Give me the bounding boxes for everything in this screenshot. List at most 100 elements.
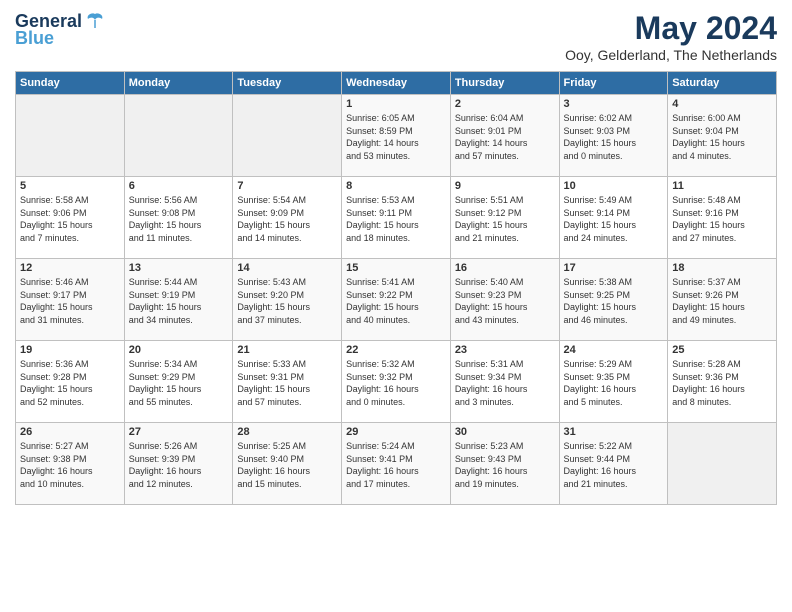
day-number: 6 [129,180,229,192]
day-info: Sunrise: 5:28 AM Sunset: 9:36 PM Dayligh… [672,358,772,408]
day-number: 8 [346,180,446,192]
week-row-5: 26Sunrise: 5:27 AM Sunset: 9:38 PM Dayli… [16,423,777,505]
day-number: 15 [346,262,446,274]
calendar-page: General Blue May 2024 Ooy, Gelderland, T… [0,0,792,612]
day-number: 22 [346,344,446,356]
day-info: Sunrise: 5:31 AM Sunset: 9:34 PM Dayligh… [455,358,555,408]
day-cell: 21Sunrise: 5:33 AM Sunset: 9:31 PM Dayli… [233,341,342,423]
header-cell-friday: Friday [559,72,668,95]
day-info: Sunrise: 5:40 AM Sunset: 9:23 PM Dayligh… [455,276,555,326]
day-cell: 24Sunrise: 5:29 AM Sunset: 9:35 PM Dayli… [559,341,668,423]
day-cell: 17 Sunrise: 5:38 AM Sunset: 9:25 PM Dayli… [559,259,668,341]
day-cell: 3Sunrise: 6:02 AM Sunset: 9:03 PM Daylig… [559,95,668,177]
day-number: 13 [129,262,229,274]
week-row-1: 1Sunrise: 6:05 AM Sunset: 8:59 PM Daylig… [16,95,777,177]
day-info: Sunrise: 6:00 AM Sunset: 9:04 PM Dayligh… [672,112,772,162]
day-info: Sunrise: 5:56 AM Sunset: 9:08 PM Dayligh… [129,194,229,244]
day-cell: 25 Sunrise: 5:28 AM Sunset: 9:36 PM Dayli… [668,341,777,423]
day-info: Sunrise: 5:23 AM Sunset: 9:43 PM Dayligh… [455,440,555,490]
day-cell: 4 Sunrise: 6:00 AM Sunset: 9:04 PM Daylig… [668,95,777,177]
day-info: Sunrise: 5:51 AM Sunset: 9:12 PM Dayligh… [455,194,555,244]
location: Ooy, Gelderland, The Netherlands [565,47,777,63]
day-number: 28 [237,426,337,438]
day-number: 30 [455,426,555,438]
day-number: 9 [455,180,555,192]
day-number: 16 [455,262,555,274]
header-cell-wednesday: Wednesday [342,72,451,95]
day-info: Sunrise: 5:48 AM Sunset: 9:16 PM Dayligh… [672,194,772,244]
day-cell: 19 Sunrise: 5:36 AM Sunset: 9:28 PM Dayli… [16,341,125,423]
day-info: Sunrise: 5:25 AM Sunset: 9:40 PM Dayligh… [237,440,337,490]
day-number: 1 [346,98,446,110]
day-number: 17 [564,262,664,274]
day-cell: 18 Sunrise: 5:37 AM Sunset: 9:26 PM Dayli… [668,259,777,341]
day-info: Sunrise: 5:27 AM Sunset: 9:38 PM Dayligh… [20,440,120,490]
header-row: SundayMondayTuesdayWednesdayThursdayFrid… [16,72,777,95]
day-cell [124,95,233,177]
day-cell [233,95,342,177]
day-info: Sunrise: 5:36 AM Sunset: 9:28 PM Dayligh… [20,358,120,408]
day-info: Sunrise: 5:41 AM Sunset: 9:22 PM Dayligh… [346,276,446,326]
calendar-table: SundayMondayTuesdayWednesdayThursdayFrid… [15,71,777,505]
header-cell-tuesday: Tuesday [233,72,342,95]
day-info: Sunrise: 5:29 AM Sunset: 9:35 PM Dayligh… [564,358,664,408]
day-cell: 29 Sunrise: 5:24 AM Sunset: 9:41 PM Dayli… [342,423,451,505]
day-number: 2 [455,98,555,110]
day-cell: 9 Sunrise: 5:51 AM Sunset: 9:12 PM Daylig… [450,177,559,259]
day-cell: 2 Sunrise: 6:04 AM Sunset: 9:01 PM Daylig… [450,95,559,177]
day-info: Sunrise: 5:38 AM Sunset: 9:25 PM Dayligh… [564,276,664,326]
day-info: Sunrise: 5:46 AM Sunset: 9:17 PM Dayligh… [20,276,120,326]
day-cell: 10 Sunrise: 5:49 AM Sunset: 9:14 PM Dayli… [559,177,668,259]
day-number: 21 [237,344,337,356]
day-number: 29 [346,426,446,438]
day-cell [668,423,777,505]
logo-blue-text: Blue [15,28,54,49]
day-number: 4 [672,98,772,110]
week-row-2: 5Sunrise: 5:58 AM Sunset: 9:06 PM Daylig… [16,177,777,259]
day-number: 20 [129,344,229,356]
day-info: Sunrise: 5:53 AM Sunset: 9:11 PM Dayligh… [346,194,446,244]
day-number: 12 [20,262,120,274]
header-cell-sunday: Sunday [16,72,125,95]
day-cell: 6 Sunrise: 5:56 AM Sunset: 9:08 PM Daylig… [124,177,233,259]
week-row-4: 19 Sunrise: 5:36 AM Sunset: 9:28 PM Dayli… [16,341,777,423]
header-cell-saturday: Saturday [668,72,777,95]
day-number: 25 [672,344,772,356]
day-cell: 15 Sunrise: 5:41 AM Sunset: 9:22 PM Dayli… [342,259,451,341]
day-info: Sunrise: 6:04 AM Sunset: 9:01 PM Dayligh… [455,112,555,162]
day-cell: 7Sunrise: 5:54 AM Sunset: 9:09 PM Daylig… [233,177,342,259]
title-area: May 2024 Ooy, Gelderland, The Netherland… [565,10,777,63]
day-cell [16,95,125,177]
day-info: Sunrise: 5:44 AM Sunset: 9:19 PM Dayligh… [129,276,229,326]
day-cell: 12 Sunrise: 5:46 AM Sunset: 9:17 PM Dayli… [16,259,125,341]
day-info: Sunrise: 5:37 AM Sunset: 9:26 PM Dayligh… [672,276,772,326]
day-cell: 20 Sunrise: 5:34 AM Sunset: 9:29 PM Dayli… [124,341,233,423]
month-title: May 2024 [565,10,777,47]
day-cell: 22Sunrise: 5:32 AM Sunset: 9:32 PM Dayli… [342,341,451,423]
day-info: Sunrise: 5:34 AM Sunset: 9:29 PM Dayligh… [129,358,229,408]
day-cell: 14Sunrise: 5:43 AM Sunset: 9:20 PM Dayli… [233,259,342,341]
day-number: 31 [564,426,664,438]
day-number: 10 [564,180,664,192]
day-cell: 11 Sunrise: 5:48 AM Sunset: 9:16 PM Dayli… [668,177,777,259]
day-cell: 8 Sunrise: 5:53 AM Sunset: 9:11 PM Daylig… [342,177,451,259]
day-number: 11 [672,180,772,192]
day-info: Sunrise: 5:49 AM Sunset: 9:14 PM Dayligh… [564,194,664,244]
day-number: 18 [672,262,772,274]
day-number: 19 [20,344,120,356]
day-cell: 31Sunrise: 5:22 AM Sunset: 9:44 PM Dayli… [559,423,668,505]
day-number: 27 [129,426,229,438]
day-number: 7 [237,180,337,192]
day-cell: 23 Sunrise: 5:31 AM Sunset: 9:34 PM Dayli… [450,341,559,423]
day-info: Sunrise: 5:24 AM Sunset: 9:41 PM Dayligh… [346,440,446,490]
header-cell-thursday: Thursday [450,72,559,95]
logo: General Blue [15,10,106,49]
day-info: Sunrise: 6:02 AM Sunset: 9:03 PM Dayligh… [564,112,664,162]
header: General Blue May 2024 Ooy, Gelderland, T… [15,10,777,63]
day-number: 23 [455,344,555,356]
day-cell: 1Sunrise: 6:05 AM Sunset: 8:59 PM Daylig… [342,95,451,177]
day-cell: 26Sunrise: 5:27 AM Sunset: 9:38 PM Dayli… [16,423,125,505]
day-cell: 30 Sunrise: 5:23 AM Sunset: 9:43 PM Dayli… [450,423,559,505]
day-cell: 28 Sunrise: 5:25 AM Sunset: 9:40 PM Dayli… [233,423,342,505]
day-cell: 16 Sunrise: 5:40 AM Sunset: 9:23 PM Dayli… [450,259,559,341]
